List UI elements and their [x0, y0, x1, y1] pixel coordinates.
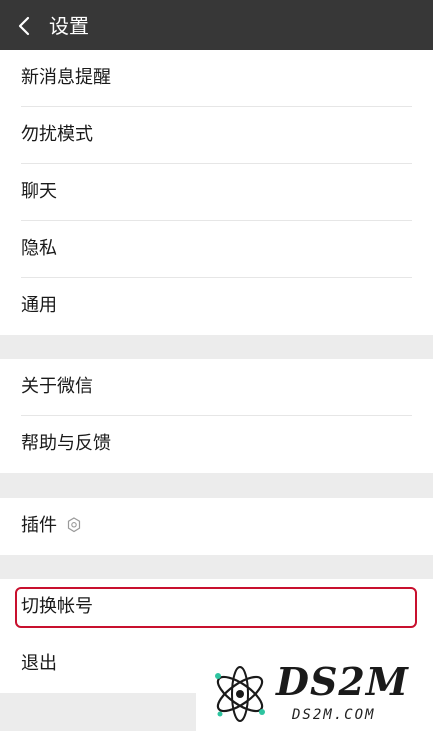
watermark-brand: DS2M — [276, 659, 409, 704]
menu-item-label: 勿扰模式 — [21, 124, 93, 145]
menu-item-label: 聊天 — [21, 181, 57, 202]
menu-item-label: 新消息提醒 — [21, 67, 111, 88]
menu-item-chat[interactable]: 聊天 — [0, 164, 433, 221]
atom-logo-icon — [210, 662, 270, 726]
menu-item-label: 隐私 — [21, 238, 57, 259]
menu-item-do-not-disturb[interactable]: 勿扰模式 — [0, 107, 433, 164]
highlight-box — [15, 587, 417, 628]
menu-item-label: 通用 — [21, 295, 57, 316]
chevron-left-icon[interactable] — [14, 15, 36, 37]
menu-item-label: 关于微信 — [21, 376, 93, 397]
menu-item-general[interactable]: 通用 — [0, 278, 433, 335]
title-bar: 设置 — [0, 0, 433, 54]
menu-item-help-feedback[interactable]: 帮助与反馈 — [0, 416, 433, 473]
page-title: 设置 — [49, 14, 89, 38]
menu-item-new-message-notification[interactable]: 新消息提醒 — [0, 50, 433, 107]
settings-group-plugins: 插件 — [0, 498, 433, 555]
settings-group-general: 新消息提醒 勿扰模式 聊天 隐私 通用 — [0, 50, 433, 335]
menu-item-about-wechat[interactable]: 关于微信 — [0, 359, 433, 416]
menu-item-privacy[interactable]: 隐私 — [0, 221, 433, 278]
menu-item-label: 退出 — [21, 653, 57, 674]
menu-item-label: 插件 — [21, 515, 57, 536]
watermark-url: DS2M.COM — [292, 707, 376, 723]
menu-item-plugins[interactable]: 插件 — [0, 498, 433, 555]
menu-item-label: 帮助与反馈 — [21, 433, 111, 454]
settings-group-about: 关于微信 帮助与反馈 — [0, 359, 433, 473]
plugin-icon — [67, 517, 81, 533]
watermark: DS2M DS2M.COM — [196, 654, 433, 731]
